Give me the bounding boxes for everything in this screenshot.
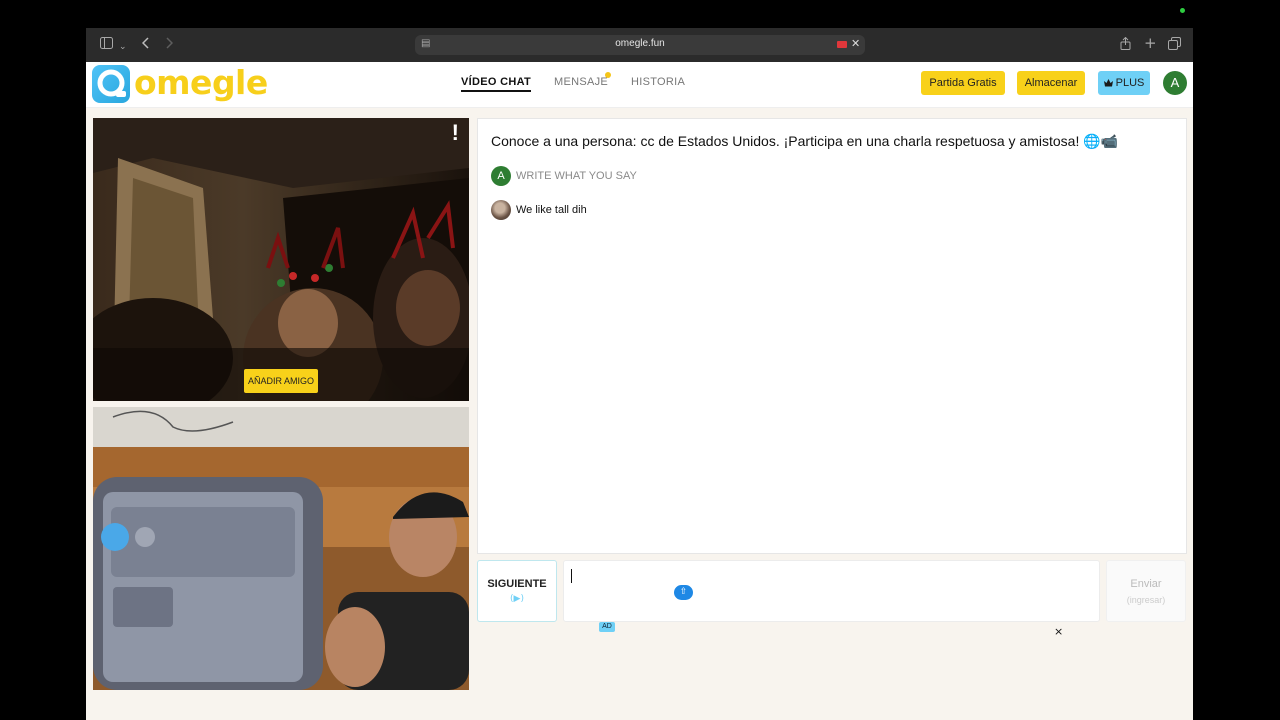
store-button[interactable]: Almacenar	[1017, 71, 1085, 95]
tab-history[interactable]: HISTORIA	[631, 76, 685, 88]
stranger-video: ! AÑADIR AMIGO	[93, 118, 469, 401]
system-prompt-text: WRITE WHAT YOU SAY	[516, 170, 637, 182]
logo-mark-icon	[92, 65, 130, 103]
stranger-avatar	[491, 200, 511, 220]
ad-close-icon[interactable]: ×	[1054, 625, 1063, 638]
omegle-logo[interactable]: omegle	[92, 63, 268, 103]
share-icon[interactable]	[1120, 36, 1131, 55]
message-notification-dot	[605, 72, 611, 78]
browser-window: ⌄ ▤ omegle.fun ✕ + omegle VÍDEO CHAT MEN…	[86, 28, 1193, 720]
next-button-label: SIGUIENTE	[487, 578, 547, 590]
self-avatar: A	[491, 166, 511, 186]
report-button[interactable]: !	[452, 122, 459, 144]
send-button-label: Enviar	[1130, 578, 1162, 590]
url-text: omegle.fun	[615, 38, 665, 49]
crown-icon	[1103, 79, 1113, 87]
tab-message[interactable]: MENSAJE	[554, 76, 608, 88]
self-video-frame	[93, 407, 469, 690]
user-avatar[interactable]: A	[1163, 71, 1187, 95]
send-button[interactable]: Enviar (ingresar)	[1106, 560, 1186, 622]
sidebar-icon[interactable]	[100, 37, 113, 54]
next-play-icon: (▶)	[510, 594, 524, 604]
add-friend-button[interactable]: AÑADIR AMIGO	[244, 369, 318, 393]
upload-icon[interactable]: ⇧	[674, 585, 693, 600]
plus-button[interactable]: PLUS	[1098, 71, 1150, 95]
camera-indicator-dot	[1180, 8, 1185, 13]
message-input[interactable]: ⇧	[563, 560, 1100, 622]
forward-icon[interactable]	[165, 37, 174, 54]
screen: ⌄ ▤ omegle.fun ✕ + omegle VÍDEO CHAT MEN…	[0, 0, 1280, 720]
chat-panel: Conoce a una persona: cc de Estados Unid…	[477, 118, 1187, 554]
tabs-icon[interactable]	[1168, 37, 1181, 55]
chevron-down-icon[interactable]: ⌄	[119, 39, 127, 55]
ad-badge: AD	[599, 622, 615, 632]
close-icon[interactable]: ✕	[851, 37, 860, 50]
next-button[interactable]: SIGUIENTE (▶)	[477, 560, 557, 622]
site-header: omegle VÍDEO CHAT MENSAJE HISTORIA Parti…	[86, 62, 1193, 108]
free-match-button[interactable]: Partida Gratis	[921, 71, 1005, 95]
back-icon[interactable]	[141, 37, 150, 54]
text-caret	[571, 569, 572, 583]
chat-message-text: We like tall dih	[516, 204, 587, 216]
chat-intro-text: Conoce a una persona: cc de Estados Unid…	[491, 133, 1119, 149]
plus-label: PLUS	[1115, 77, 1145, 89]
camera-icon[interactable]	[837, 41, 847, 48]
send-button-hint: (ingresar)	[1126, 595, 1166, 605]
tab-video-chat[interactable]: VÍDEO CHAT	[461, 76, 532, 92]
browser-toolbar: ⌄ ▤ omegle.fun ✕ +	[86, 28, 1193, 62]
self-video	[93, 407, 469, 690]
stranger-video-frame	[93, 118, 469, 401]
new-tab-icon[interactable]: +	[1144, 35, 1157, 51]
logo-text: omegle	[134, 63, 268, 102]
address-bar[interactable]: ▤ omegle.fun ✕	[415, 35, 865, 55]
